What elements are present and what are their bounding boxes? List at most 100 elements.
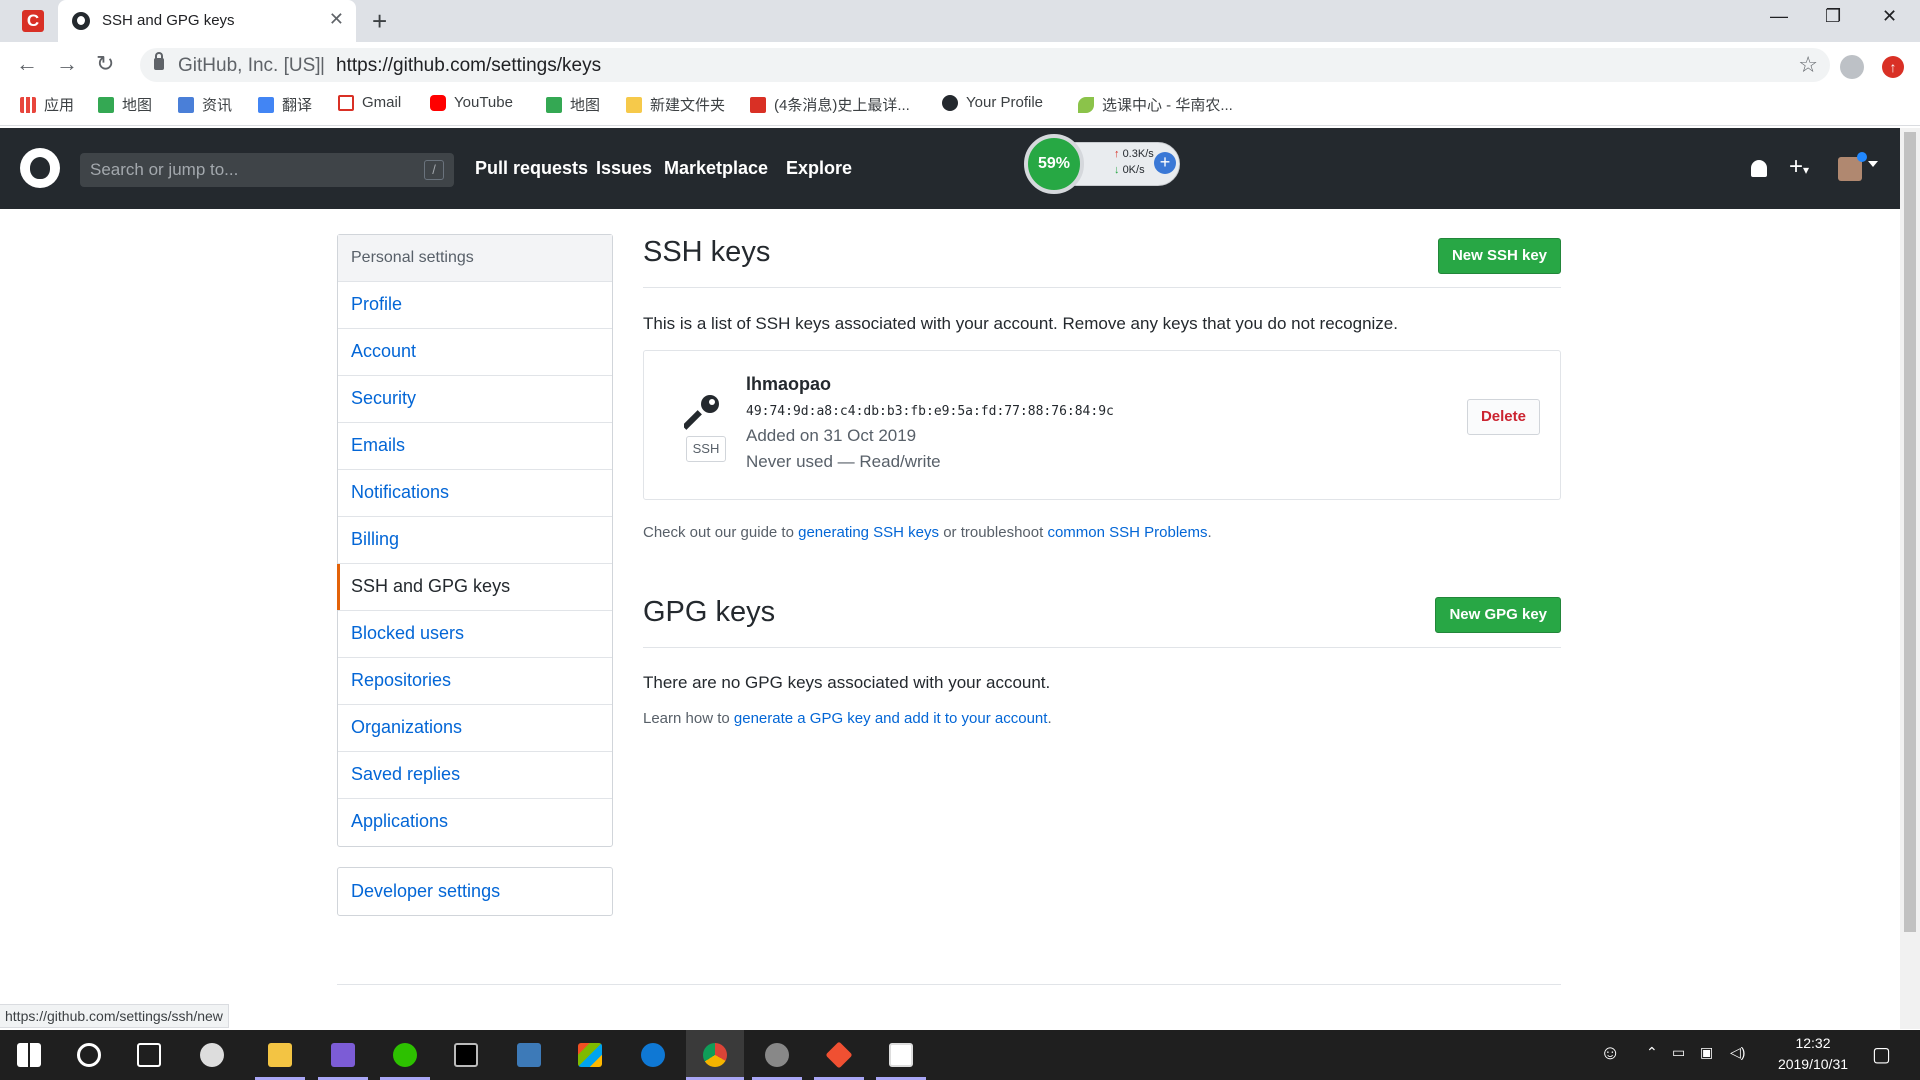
menu-item-blocked-users[interactable]: Blocked users (338, 611, 612, 658)
tab-title: SSH and GPG keys (102, 12, 235, 29)
menu-item-profile[interactable]: Profile (338, 282, 612, 329)
search-placeholder: Search or jump to... (90, 160, 239, 179)
volume-icon[interactable]: ◁) (1730, 1044, 1745, 1061)
key-name: lhmaopao (746, 374, 832, 394)
settings-app[interactable] (748, 1030, 806, 1080)
wechat-app[interactable] (376, 1030, 434, 1080)
close-tab-icon[interactable]: ✕ (329, 9, 344, 30)
common-ssh-problems-link[interactable]: common SSH Problems (1047, 524, 1207, 541)
menu-item-organizations[interactable]: Organizations (338, 705, 612, 752)
clock-time[interactable]: 12:32 (1768, 1035, 1858, 1051)
restore-icon[interactable]: ❐ (1825, 6, 1841, 27)
clock-date[interactable]: 2019/10/31 (1762, 1056, 1864, 1072)
lock-icon[interactable] (154, 52, 164, 70)
reload-icon[interactable]: ↻ (96, 51, 114, 77)
generate-gpg-key-link[interactable]: generate a GPG key and add it to your ac… (734, 710, 1048, 727)
url-text[interactable]: https://github.com/settings/keys (336, 55, 601, 77)
scrollbar-thumb[interactable] (1904, 132, 1916, 932)
network-icon[interactable]: ▣ (1700, 1044, 1713, 1061)
browser-tab-active[interactable]: SSH and GPG keys ✕ (58, 0, 356, 42)
bookmark-gmail[interactable]: Gmail (338, 94, 401, 111)
pinwheel-app[interactable] (183, 1030, 241, 1080)
github-logo-icon[interactable] (20, 148, 60, 188)
edge-app[interactable] (624, 1030, 682, 1080)
update-icon[interactable]: ↑ (1882, 56, 1904, 78)
browser-profile-icon[interactable] (1840, 55, 1864, 79)
store-app[interactable] (561, 1030, 619, 1080)
boost-icon[interactable]: + (1154, 152, 1176, 174)
ssh-subhead: SSH keys New SSH key (643, 236, 1561, 288)
photos-app[interactable] (872, 1030, 930, 1080)
back-icon[interactable]: ← (16, 51, 38, 77)
bookmark-your-profile[interactable]: Your Profile (942, 94, 1043, 111)
terminal-icon (454, 1043, 478, 1067)
bookmark-map-2[interactable]: 地图 (546, 94, 600, 115)
ssh-description: This is a list of SSH keys associated wi… (643, 314, 1398, 333)
menu-item-security[interactable]: Security (338, 376, 612, 423)
app-c-icon[interactable]: C (22, 10, 44, 32)
menu-item-repositories[interactable]: Repositories (338, 658, 612, 705)
close-window-icon[interactable]: ✕ (1882, 6, 1897, 27)
folder-icon (268, 1043, 292, 1067)
chrome-app[interactable] (686, 1030, 744, 1080)
bookmark-news[interactable]: 资讯 (178, 94, 232, 115)
tray-chevron-icon[interactable]: ⌃ (1646, 1044, 1658, 1061)
github-header: Search or jump to... / Pull requests Iss… (0, 128, 1900, 209)
bookmark-label: 资讯 (202, 97, 233, 114)
slash-shortcut: / (424, 160, 444, 180)
menu-item-notifications[interactable]: Notifications (338, 470, 612, 517)
task-view-icon (137, 1043, 161, 1067)
task-view-button[interactable] (120, 1030, 178, 1080)
guide-prefix: Check out our guide to (643, 524, 799, 541)
bookmark-youtube[interactable]: YouTube (430, 94, 513, 111)
forward-icon[interactable]: → (56, 51, 78, 77)
search-taskbar-button[interactable] (60, 1030, 118, 1080)
bookmark-star-icon[interactable]: ☆ (1798, 52, 1818, 78)
avatar-dropdown-icon[interactable] (1868, 161, 1878, 167)
nav-marketplace[interactable]: Marketplace (664, 158, 768, 179)
guide-suffix: . (1207, 524, 1212, 541)
delete-key-button[interactable]: Delete (1466, 399, 1540, 435)
create-new-icon[interactable]: +▾ (1789, 153, 1809, 181)
python-app[interactable] (500, 1030, 558, 1080)
key-icon (684, 395, 719, 430)
bookmark-label: 地图 (570, 97, 601, 114)
notification-bell-icon[interactable] (1751, 160, 1767, 177)
new-ssh-key-button[interactable]: New SSH key (1437, 238, 1561, 274)
search-input[interactable]: Search or jump to... / (80, 153, 454, 187)
start-button[interactable] (0, 1030, 58, 1080)
translate-icon (258, 96, 274, 113)
menu-item-emails[interactable]: Emails (338, 423, 612, 470)
battery-icon[interactable]: ▭ (1672, 1044, 1685, 1061)
network-speed-widget[interactable]: 59% ↑ 0.3K/s ↓ 0K/s + (1024, 134, 1184, 194)
nav-pull-requests[interactable]: Pull requests (475, 158, 588, 179)
menu-item-billing[interactable]: Billing (338, 517, 612, 564)
bookmark-translate[interactable]: 翻译 (258, 94, 312, 115)
address-bar[interactable]: GitHub, Inc. [US] | https://github.com/s… (140, 48, 1830, 82)
menu-item-applications[interactable]: Applications (338, 799, 612, 846)
minimize-icon[interactable]: — (1770, 6, 1788, 27)
menu-item-account[interactable]: Account (338, 329, 612, 376)
menu-item-developer-settings[interactable]: Developer settings (337, 867, 613, 916)
bookmark-label: 应用 (44, 97, 75, 114)
status-url-tooltip: https://github.com/settings/ssh/new (0, 1004, 229, 1028)
generating-ssh-keys-link[interactable]: generating SSH keys (798, 524, 939, 541)
menu-item-saved-replies[interactable]: Saved replies (338, 752, 612, 799)
terminal-app[interactable] (437, 1030, 495, 1080)
people-icon[interactable]: ☺ (1600, 1042, 1620, 1065)
bookmark-new-folder[interactable]: 新建文件夹 (626, 94, 725, 115)
bookmark-csdn[interactable]: (4条消息)史上最详... (750, 94, 910, 115)
nav-issues[interactable]: Issues (596, 158, 652, 179)
bookmark-apps[interactable]: 应用 (20, 94, 74, 115)
bookmark-map-1[interactable]: 地图 (98, 94, 152, 115)
new-tab-icon[interactable]: + (372, 6, 387, 37)
qq-app[interactable] (314, 1030, 372, 1080)
nav-explore[interactable]: Explore (786, 158, 852, 179)
page-scrollbar[interactable] (1900, 128, 1920, 1029)
bookmark-course-center[interactable]: 选课中心 - 华南农... (1078, 94, 1233, 115)
git-app[interactable] (810, 1030, 868, 1080)
menu-item-ssh-gpg-keys[interactable]: SSH and GPG keys (337, 564, 612, 611)
action-center-icon[interactable]: ▢ (1872, 1042, 1891, 1067)
file-explorer[interactable] (251, 1030, 309, 1080)
new-gpg-key-button[interactable]: New GPG key (1435, 597, 1561, 633)
